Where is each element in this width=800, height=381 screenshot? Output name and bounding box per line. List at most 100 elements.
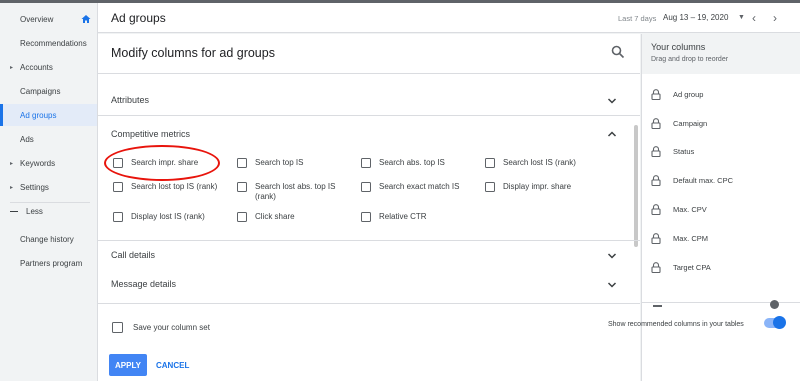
nav-item-label: Recommendations bbox=[20, 38, 87, 48]
nav-item-ad-groups[interactable]: Ad groups bbox=[0, 104, 97, 126]
lock-icon bbox=[651, 146, 661, 157]
column-item-max-cpm[interactable]: Max. CPM bbox=[651, 233, 708, 244]
lock-icon bbox=[651, 175, 661, 186]
checkbox-box[interactable] bbox=[237, 212, 247, 222]
nav-item-label: Ad groups bbox=[20, 110, 57, 120]
checkbox-search-lost-is-rank[interactable]: Search lost IS (rank) bbox=[485, 158, 598, 168]
nav-item-label: Keywords bbox=[20, 158, 56, 168]
column-item-max-cpv[interactable]: Max. CPV bbox=[651, 204, 707, 215]
checkbox-search-impr-share[interactable]: Search impr. share bbox=[113, 158, 226, 168]
divider bbox=[98, 115, 640, 116]
your-columns-subtitle: Drag and drop to reorder bbox=[651, 56, 729, 63]
nav-item-label: Change history bbox=[20, 234, 74, 244]
nav-item-label: Accounts bbox=[20, 62, 53, 72]
lock-icon bbox=[651, 204, 661, 215]
lock-icon bbox=[651, 262, 661, 273]
drag-handle-icon bbox=[653, 305, 662, 307]
apply-button[interactable]: APPLY bbox=[109, 354, 147, 376]
your-columns-footer: Show recommended columns in your tables bbox=[608, 300, 800, 381]
dialog-scrollbar[interactable] bbox=[634, 125, 638, 247]
save-column-set-checkbox[interactable]: Save your column set bbox=[112, 322, 210, 333]
divider bbox=[98, 240, 640, 241]
checkbox-click-share[interactable]: Click share bbox=[237, 212, 350, 222]
checkbox-search-abs-top-is[interactable]: Search abs. top IS bbox=[361, 158, 474, 168]
chevron-down-icon[interactable] bbox=[607, 96, 617, 106]
modify-columns-dialog: Modify columns for ad groups Attributes … bbox=[98, 34, 640, 381]
checkbox-box[interactable] bbox=[361, 158, 371, 168]
recommended-columns-toggle[interactable] bbox=[764, 316, 786, 329]
your-columns-title: Your columns bbox=[651, 42, 706, 52]
checkbox-box[interactable] bbox=[113, 158, 123, 168]
divider bbox=[98, 73, 640, 74]
checkbox-search-lost-top-is-rank[interactable]: Search lost top IS (rank) bbox=[113, 182, 226, 192]
section-message-details[interactable]: Message details bbox=[111, 279, 176, 289]
nav-item-accounts[interactable]: ▸ Accounts bbox=[0, 56, 97, 78]
checkbox-box[interactable] bbox=[361, 212, 371, 222]
column-item-target-cpa[interactable]: Target CPA bbox=[651, 262, 711, 273]
less-toggle[interactable]: Less bbox=[10, 207, 43, 216]
checkbox-search-top-is[interactable]: Search top IS bbox=[237, 158, 350, 168]
checkbox-search-exact-match-is[interactable]: Search exact match IS bbox=[361, 182, 474, 192]
column-item-campaign[interactable]: Campaign bbox=[651, 118, 707, 129]
expand-caret-icon: ▸ bbox=[10, 184, 14, 191]
dialog-title: Modify columns for ad groups bbox=[111, 46, 275, 60]
checkbox-box[interactable] bbox=[113, 212, 123, 222]
checkbox-search-lost-abs-top-is-rank[interactable]: Search lost abs. top IS (rank) bbox=[237, 182, 345, 202]
section-attributes[interactable]: Attributes bbox=[111, 95, 149, 105]
search-icon[interactable] bbox=[611, 45, 625, 59]
nav-item-settings[interactable]: ▸ Settings bbox=[0, 176, 97, 198]
section-call-details[interactable]: Call details bbox=[111, 250, 155, 260]
your-columns-panel: Your columns Drag and drop to reorder Ad… bbox=[608, 34, 800, 381]
checkbox-box[interactable] bbox=[485, 158, 495, 168]
chevron-down-icon[interactable] bbox=[607, 280, 617, 290]
expand-caret-icon: ▸ bbox=[10, 64, 14, 71]
next-period-icon[interactable]: › bbox=[773, 11, 777, 25]
column-item-default-max-cpc[interactable]: Default max. CPC bbox=[651, 175, 733, 186]
checkbox-box[interactable] bbox=[237, 158, 247, 168]
date-range-value[interactable]: Aug 13 – 19, 2020 bbox=[663, 13, 728, 22]
checkbox-box[interactable] bbox=[485, 182, 495, 192]
nav-item-label: Partners program bbox=[20, 258, 83, 268]
your-columns-header: Your columns Drag and drop to reorder bbox=[642, 34, 800, 74]
recommended-columns-label: Show recommended columns in your tables bbox=[608, 321, 744, 328]
nav-item-partners-program[interactable]: Partners program bbox=[0, 252, 97, 274]
lock-icon bbox=[651, 89, 661, 100]
home-icon bbox=[81, 15, 91, 23]
checkbox-display-impr-share[interactable]: Display impr. share bbox=[485, 182, 598, 192]
remove-column-icon[interactable] bbox=[770, 300, 779, 309]
nav-item-label: Campaigns bbox=[20, 86, 61, 96]
previous-period-icon[interactable]: ‹ bbox=[752, 11, 756, 25]
nav-item-overview[interactable]: Overview bbox=[0, 8, 97, 30]
toggle-knob bbox=[773, 316, 786, 329]
nav-item-label: Ads bbox=[20, 134, 34, 144]
nav-item-recommendations[interactable]: Recommendations bbox=[0, 32, 97, 54]
nav-item-label: Overview bbox=[20, 14, 54, 24]
date-dropdown-icon[interactable]: ▼ bbox=[738, 14, 745, 21]
chevron-down-icon[interactable] bbox=[607, 251, 617, 261]
checkbox-display-lost-is-rank[interactable]: Display lost IS (rank) bbox=[113, 212, 226, 222]
nav-item-campaigns[interactable]: Campaigns bbox=[0, 80, 97, 102]
less-label: Less bbox=[26, 207, 43, 216]
lock-icon bbox=[651, 118, 661, 129]
checkbox-box[interactable] bbox=[112, 322, 123, 333]
column-item-ad-group[interactable]: Ad group bbox=[651, 89, 703, 100]
date-range-label: Last 7 days bbox=[618, 14, 657, 23]
checkbox-box[interactable] bbox=[237, 182, 247, 192]
section-competitive-metrics[interactable]: Competitive metrics bbox=[111, 129, 190, 139]
collapse-icon bbox=[10, 210, 18, 213]
nav-item-change-history[interactable]: Change history bbox=[0, 228, 97, 250]
chevron-up-icon[interactable] bbox=[607, 129, 617, 139]
nav-item-ads[interactable]: Ads bbox=[0, 128, 97, 150]
nav-item-label: Settings bbox=[20, 182, 49, 192]
checkbox-box[interactable] bbox=[113, 182, 123, 192]
checkbox-relative-ctr[interactable]: Relative CTR bbox=[361, 212, 474, 222]
expand-caret-icon: ▸ bbox=[10, 160, 14, 167]
column-item-status[interactable]: Status bbox=[651, 146, 694, 157]
page-header: Ad groups Last 7 days Aug 13 – 19, 2020 … bbox=[98, 3, 800, 33]
cancel-button[interactable]: CANCEL bbox=[156, 354, 189, 376]
lock-icon bbox=[651, 233, 661, 244]
checkbox-box[interactable] bbox=[361, 182, 371, 192]
page-title: Ad groups bbox=[111, 11, 166, 25]
nav-item-keywords[interactable]: ▸ Keywords bbox=[0, 152, 97, 174]
left-nav: Overview Recommendations ▸ Accounts Camp… bbox=[0, 3, 98, 381]
